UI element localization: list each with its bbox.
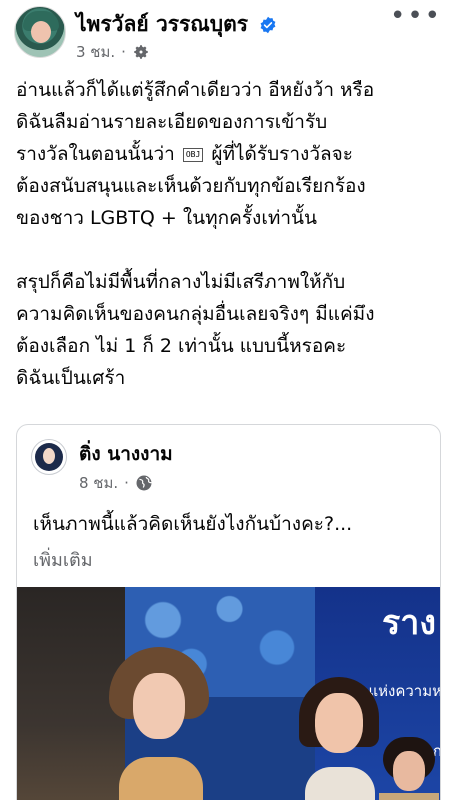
photo-person-body bbox=[305, 767, 375, 800]
globe-icon bbox=[136, 475, 152, 491]
post-line: ความคิดเห็นของคนกลุ่มอื่นเลยจริงๆ มีแค่ม… bbox=[16, 303, 375, 325]
photo-sign-text: ราง bbox=[382, 603, 436, 643]
post-line: อ่านแล้วก็ได้แต่รู้สึกคำเดียวว่า อีหยังว… bbox=[16, 79, 375, 101]
post-line-segment: ผู้ที่ได้รับรางวัลจะ bbox=[211, 143, 353, 165]
post-line: ดิฉันลืมอ่านรายละเอียดของการเข้ารับ bbox=[16, 111, 328, 133]
author-name-row: ไพรวัลย์ วรรณบุตร bbox=[76, 8, 277, 41]
photo-person-face bbox=[315, 693, 363, 753]
shared-post-time[interactable]: 8 ชม. bbox=[79, 471, 118, 495]
author-avatar[interactable] bbox=[14, 6, 66, 58]
verified-badge-icon bbox=[260, 16, 276, 34]
photo-person bbox=[299, 677, 379, 800]
post-meta: 3 ชม. · bbox=[76, 40, 150, 64]
shared-author-avatar[interactable] bbox=[31, 439, 67, 475]
shared-author-name[interactable]: ติ่ง นางงาม bbox=[79, 439, 173, 469]
shared-post-photo[interactable]: ราง รางวัลแห่งความห รยก bbox=[17, 587, 440, 800]
post-line: ต้องสนับสนุนและเห็นด้วยกับทุกข้อเรียกร้อ… bbox=[16, 175, 366, 197]
post-line: ดิฉันเป็นเศร้า bbox=[16, 367, 126, 389]
gear-icon[interactable] bbox=[132, 43, 150, 61]
photo-person-body bbox=[379, 793, 439, 800]
object-placeholder-glyph: OBJ bbox=[182, 147, 204, 162]
photo-person bbox=[109, 647, 209, 800]
post-line: ต้องเลือก ไม่ 1 ก็ 2 เท่านั้น แบบนี้หรอค… bbox=[16, 335, 347, 357]
photo-person-body bbox=[119, 757, 203, 800]
author-name[interactable]: ไพรวัลย์ วรรณบุตร bbox=[76, 12, 248, 36]
shared-post-card[interactable]: ติ่ง นางงาม 8 ชม. · เห็นภาพนี้แล้วคิดเห็… bbox=[16, 424, 441, 800]
post-line: ของชาว LGBTQ + ในทุกครั้งเท่านั้น bbox=[16, 207, 318, 229]
see-more-link[interactable]: เพิ่มเติม bbox=[33, 545, 93, 574]
shared-avatar-image bbox=[35, 443, 63, 471]
post-body: อ่านแล้วก็ได้แต่รู้สึกคำเดียวว่า อีหยังว… bbox=[16, 74, 446, 394]
shared-post-meta: 8 ชม. · bbox=[79, 471, 153, 495]
post-line-segment: รางวัลในตอนนั้นว่า bbox=[16, 143, 175, 165]
dot-separator: · bbox=[121, 43, 126, 61]
photo-person-face bbox=[393, 751, 425, 791]
post-header: ไพรวัลย์ วรรณบุตร 3 ชม. · ••• bbox=[14, 3, 444, 64]
post-line: สรุปก็คือไม่มีพื้นที่กลางไม่มีเสรีภาพให้… bbox=[16, 271, 346, 293]
dot-separator: · bbox=[124, 474, 129, 492]
shared-post-text: เห็นภาพนี้แล้วคิดเห็นยังไงกันบ้างคะ?... bbox=[33, 513, 353, 535]
photo-person bbox=[379, 737, 439, 800]
post-time[interactable]: 3 ชม. bbox=[76, 40, 115, 64]
avatar-face bbox=[31, 21, 51, 43]
post-line: รางวัลในตอนนั้นว่า OBJ ผู้ที่ได้รับรางวั… bbox=[16, 138, 446, 170]
more-options-button[interactable]: ••• bbox=[390, 3, 442, 29]
photo-person-face bbox=[133, 673, 185, 739]
